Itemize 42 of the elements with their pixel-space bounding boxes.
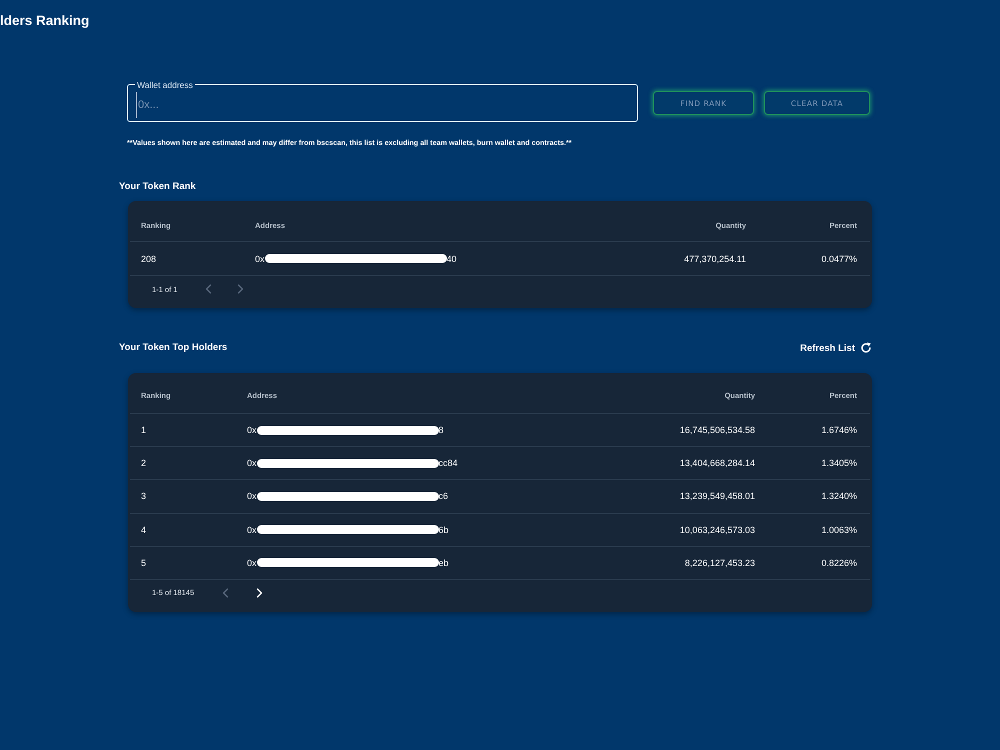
chevron-right-icon [256, 588, 263, 598]
ranking-cell: 2 [141, 458, 146, 468]
address-prefix: 0x [247, 524, 257, 535]
percent-cell: 0.8226% [821, 558, 857, 568]
address-prefix: 0x [247, 458, 257, 468]
ranking-cell: 208 [141, 254, 156, 264]
section-title: Your Token Top Holders [119, 341, 228, 355]
page-title: lders Ranking [0, 13, 90, 29]
quantity-cell: 13,239,549,458.01 [680, 491, 755, 502]
wallet-address-label: Wallet address [137, 80, 193, 90]
address-suffix: 6b [438, 524, 449, 535]
address-prefix: 0x [247, 425, 257, 436]
address-prefix: 0x [247, 558, 257, 568]
percent-cell: 0.0477% [821, 254, 857, 264]
address-prefix: 0x [255, 254, 265, 264]
wallet-address-input[interactable]: 0x... [136, 92, 629, 118]
address-suffix: 8 [438, 425, 444, 436]
quantity-cell: 477,370,254.11 [684, 254, 746, 264]
quantity-cell: 10,063,246,573.03 [680, 524, 755, 535]
quantity-cell: 8,226,127,453.23 [684, 558, 755, 568]
wallet-address-field[interactable]: Wallet address 0x... [127, 79, 638, 122]
address-suffix: cc84 [438, 458, 458, 468]
ranking-cell: 1 [141, 425, 146, 436]
percent-cell: 1.3240% [821, 491, 857, 502]
refresh-icon [860, 342, 872, 354]
quantity-cell: 16,745,506,534.58 [680, 425, 755, 436]
ranking-cell: 5 [141, 558, 146, 568]
percent-cell: 1.0063% [821, 524, 857, 535]
percent-cell: 1.3405% [821, 458, 857, 468]
address-suffix: eb [438, 558, 449, 568]
refresh-list-button[interactable]: Refresh List [800, 342, 872, 354]
quantity-cell: 13,404,668,284.14 [680, 458, 755, 468]
address-suffix: c6 [438, 491, 448, 502]
chevron-left-icon [205, 284, 212, 294]
chevron-right-icon [237, 284, 244, 294]
address-prefix: 0x [247, 491, 257, 502]
address-suffix: 40 [446, 254, 457, 264]
percent-cell: 1.6746% [821, 425, 857, 436]
section-title: Your Token Rank [119, 180, 196, 194]
ranking-cell: 3 [141, 491, 146, 502]
chevron-left-icon [222, 588, 229, 598]
ranking-cell: 4 [141, 524, 146, 535]
